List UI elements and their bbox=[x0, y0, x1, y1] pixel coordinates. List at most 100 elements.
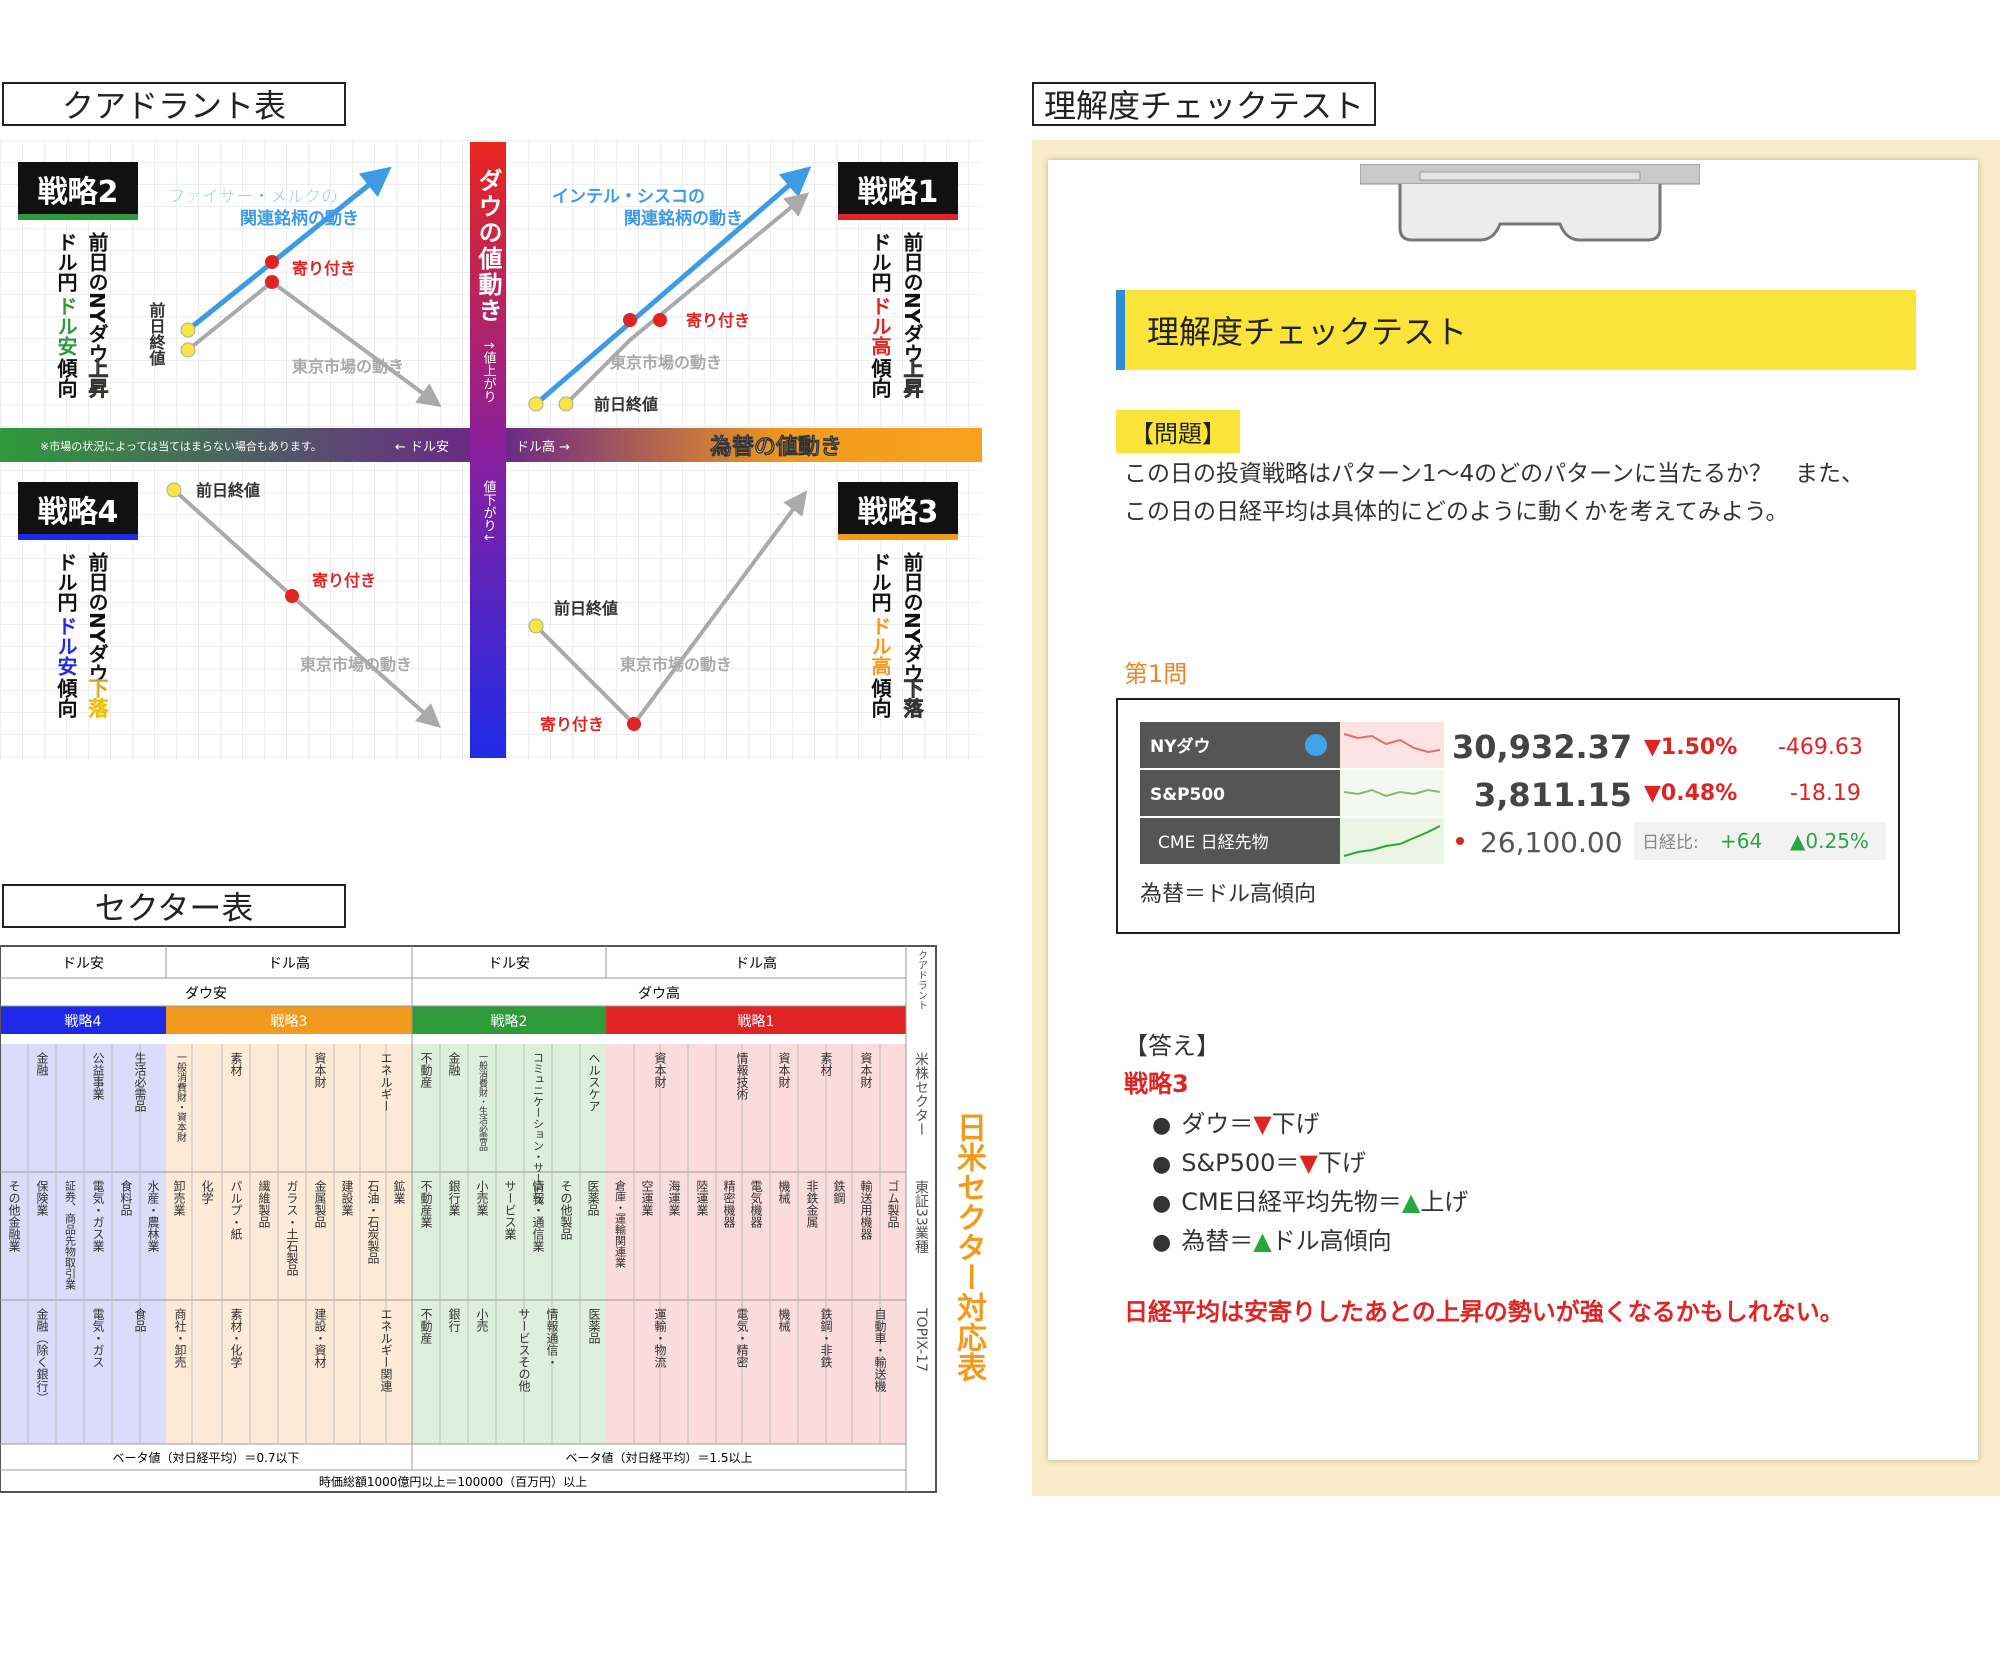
strategy-3-tokyo-label: 東京市場の動き bbox=[620, 655, 732, 674]
answer-sp500-post: 下げ bbox=[1317, 1149, 1366, 1177]
strategy-3-header-label: 戦略3 bbox=[271, 1014, 308, 1030]
down-triangle-icon: ▼ bbox=[1299, 1149, 1318, 1177]
strategy-1-header-label: 戦略1 bbox=[738, 1014, 775, 1030]
bullet-icon: ● bbox=[1152, 1230, 1172, 1255]
strategy-2-line2-tail: 傾向 bbox=[54, 358, 78, 398]
strategy-1-line2-color: ドル高 bbox=[868, 296, 892, 356]
tse33-8: 化学 bbox=[200, 1180, 214, 1204]
tse33-24: 空運業 bbox=[640, 1180, 654, 1216]
topix17-3: 食品 bbox=[133, 1307, 147, 1332]
strategy-2-open-dot-2 bbox=[265, 275, 279, 289]
us-sector-2: 公益事業 bbox=[91, 1052, 105, 1100]
tse33-22: 医薬品 bbox=[586, 1180, 600, 1216]
topix17-2: 電気・ガス bbox=[91, 1308, 105, 1368]
question-label: 【問題】 bbox=[1116, 410, 1240, 453]
us-sector-17: 資本財 bbox=[859, 1052, 873, 1088]
answer-strategy: 戦略3 bbox=[1124, 1070, 1189, 1098]
us-sector-3: 生活必需品 bbox=[133, 1052, 147, 1112]
topix17-18: 自動車・輸送機 bbox=[873, 1308, 887, 1392]
tse33-11: ガラス・土石製品 bbox=[285, 1180, 299, 1276]
strategy-3-line2-color: ドル高 bbox=[868, 616, 892, 676]
conclusion-text: 日経平均は安寄りしたあとの上昇の勢いが強くなるかもしれない。 bbox=[1124, 1298, 1844, 1326]
strategy-3-open-label: 寄り付き bbox=[540, 715, 604, 734]
tse33-23: 倉庫・運輸関連業 bbox=[614, 1179, 627, 1268]
us-sector-6: 資本財 bbox=[313, 1052, 327, 1088]
topix17-14: 運輸・物流 bbox=[653, 1308, 667, 1368]
strategy-1-blue-label-1: インテル・シスコの bbox=[552, 187, 705, 207]
topix17-10: 小売 bbox=[475, 1308, 489, 1333]
dow-header-high: ダウ高 bbox=[638, 985, 680, 1002]
tse33-3: 証券、商品先物取引業 bbox=[64, 1180, 77, 1290]
strategy-2-line1-color: 上昇 bbox=[85, 358, 109, 399]
answer-cme-post: 上げ bbox=[1420, 1188, 1469, 1216]
us-sector-9: 金融 bbox=[447, 1051, 461, 1077]
strategy-3-line1-color: 下落 bbox=[900, 678, 924, 719]
strategy-1-line1: 前日のNYダウ bbox=[900, 231, 924, 364]
strategy-1-prev-close-label: 前日終値 bbox=[594, 395, 658, 414]
topix17-12: 情報通信・ bbox=[545, 1308, 559, 1368]
us-sector-4: 一般消費財・資本財 bbox=[175, 1052, 187, 1142]
fx-axis-label: 為替の値動き bbox=[710, 434, 842, 460]
topix17-7: エネルギー関連 bbox=[379, 1308, 393, 1393]
strategy-2-open-dot bbox=[265, 255, 279, 269]
answer-item-cme: ● CME日経平均先物＝▲上げ bbox=[1152, 1182, 1468, 1217]
strategy-2-prev-close-label: 前日終値 bbox=[147, 301, 167, 367]
down-triangle-icon: ▼ bbox=[1253, 1110, 1272, 1138]
test-paper: 理解度チェックテスト 【問題】 この日の投資戦略はパターン1～4のどのパターンに… bbox=[1048, 160, 1978, 1460]
strategy-1-name: 戦略1 bbox=[858, 175, 939, 210]
strategy-2-prev-close-dot bbox=[180, 322, 196, 338]
strategy-1-open-label: 寄り付き bbox=[686, 311, 750, 330]
tse33-32: 輸送用機器 bbox=[859, 1179, 873, 1241]
strategy-2-prev-close-dot-2 bbox=[180, 342, 196, 358]
sp500-name: S&P500 bbox=[1150, 785, 1225, 805]
strategy-3-line2-tail: 傾向 bbox=[868, 678, 892, 718]
strategy-3-name: 戦略3 bbox=[858, 495, 939, 530]
tse33-12: 金属製品 bbox=[313, 1179, 327, 1228]
strategy-2-open-label: 寄り付き bbox=[292, 259, 356, 278]
tse33-17: 銀行業 bbox=[447, 1180, 461, 1216]
up-triangle-icon: ▲ bbox=[1401, 1188, 1421, 1216]
answer-cme-pre: CME日経平均先物＝ bbox=[1181, 1188, 1402, 1216]
us-sector-16: 素材 bbox=[819, 1052, 833, 1076]
strategy-4-open-label: 寄り付き bbox=[312, 571, 376, 590]
dollar-weak-label: ← ドル安 bbox=[395, 440, 449, 455]
market-cap: 時価総額1000億円以上＝100000（百万円）以上 bbox=[319, 1475, 587, 1489]
dow-axis-label: ダウの値動き bbox=[474, 168, 503, 324]
answer-item-dow: ● ダウ＝▼下げ bbox=[1152, 1104, 1320, 1139]
fx-header-1: ドル安 bbox=[62, 956, 104, 972]
tse33-15: 鉱業 bbox=[392, 1179, 406, 1204]
strategy-2-name: 戦略2 bbox=[38, 175, 119, 210]
cme-name: CME 日経先物 bbox=[1158, 833, 1269, 853]
beta-high: ベータ値（対日経平均）＝1.5以上 bbox=[565, 1450, 752, 1465]
us-sector-15: 資本財 bbox=[777, 1052, 791, 1088]
tse33-31: 鉄鋼 bbox=[832, 1179, 846, 1204]
tse33-2: 保険業 bbox=[35, 1180, 49, 1216]
strategy-2-blue-label-2: 関連銘柄の動き bbox=[240, 208, 359, 229]
sector-table: ドル安 ドル高 ドル安 ドル高 ダウ安 ダウ高 戦略4 戦略3 戦略2 戦略1 … bbox=[0, 945, 937, 1493]
tse33-21: その他製品 bbox=[559, 1180, 573, 1240]
quadrant-title: クアドラント表 bbox=[2, 82, 346, 126]
topix17-15: 電気・精密 bbox=[735, 1308, 749, 1368]
strategy-4-line2-tail: 傾向 bbox=[54, 678, 78, 718]
japan-flag-icon bbox=[1456, 837, 1464, 845]
us-sector-5: 素材 bbox=[229, 1052, 243, 1076]
strategy-2-line2: ドル円 bbox=[54, 232, 78, 292]
answer-fx-pre: 為替＝ bbox=[1181, 1227, 1254, 1255]
strategy-3-prev-close-label: 前日終値 bbox=[554, 599, 618, 618]
us-sector-12: ヘルスケア bbox=[587, 1052, 601, 1112]
strategy-4-line1: 前日のNYダウ bbox=[85, 551, 109, 684]
us-sector-13: 資本財 bbox=[653, 1052, 667, 1088]
topix17-9: 銀行 bbox=[447, 1308, 461, 1332]
us-sector-1: 金融 bbox=[35, 1051, 49, 1077]
tse33-9: パルプ・紙 bbox=[229, 1180, 243, 1241]
strategy-4-line1-color: 下落 bbox=[85, 678, 109, 719]
first-question-label: 第1問 bbox=[1124, 660, 1188, 688]
sp500-chg: -18.19 bbox=[1790, 781, 1861, 806]
bullet-icon: ● bbox=[1152, 1152, 1172, 1177]
strategy-1-open-dot-2 bbox=[653, 313, 667, 327]
tse33-25: 海運業 bbox=[667, 1179, 681, 1216]
fx-header-3: ドル安 bbox=[488, 956, 530, 972]
tse33-27: 精密機器 bbox=[722, 1180, 736, 1229]
tse33-6: 水産・農林業 bbox=[146, 1180, 160, 1252]
strategy-1-line1-color: 上昇 bbox=[900, 358, 924, 399]
